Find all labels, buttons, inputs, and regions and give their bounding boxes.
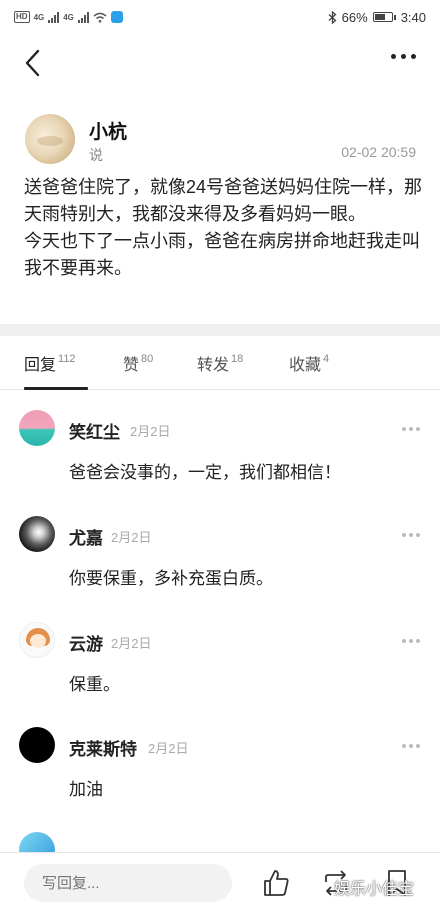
signal-icon [48, 11, 60, 23]
comment-item[interactable]: 笑红尘 2月2日 爸爸会没事的，一定，我们都相信！ [0, 410, 440, 515]
tab-replies-count: 112 [58, 353, 76, 365]
network-label: 4G [33, 12, 45, 22]
comment-item[interactable]: 尤嘉 2月2日 你要保重，多补充蛋白质。 [0, 516, 440, 621]
tab-likes[interactable]: 赞 80 [123, 351, 153, 375]
tab-favorites-count: 4 [323, 353, 330, 365]
comment-date: 2月2日 [111, 636, 152, 651]
tab-likes-label: 赞 [123, 357, 140, 374]
security-app-icon [110, 11, 123, 23]
comment-avatar[interactable] [19, 622, 55, 658]
thumb-up-icon[interactable] [260, 867, 292, 899]
comment-text: 爸爸会没事的，一定，我们都相信！ [69, 463, 341, 482]
status-bar: HD 4G 4G 66% 3:40 [0, 0, 440, 34]
comment-author[interactable]: 笑红尘 [69, 418, 120, 443]
clock: 3:40 [400, 9, 426, 25]
tab-reposts-label: 转发 [197, 357, 230, 374]
comment-more-icon[interactable] [402, 427, 420, 431]
comment-more-icon[interactable] [402, 744, 420, 748]
tab-replies-label: 回复 [24, 357, 57, 374]
section-divider [0, 324, 440, 336]
comment-author[interactable]: 云游 [69, 630, 103, 655]
network-label-2: 4G [63, 12, 74, 22]
post-timestamp: 02-02 20:59 [341, 144, 416, 160]
comment-more-icon[interactable] [402, 639, 420, 643]
signal-icon-2 [77, 11, 89, 23]
author-name[interactable]: 小杭 [89, 117, 127, 144]
comment-text: 保重。 [69, 675, 120, 694]
tab-favorites-label: 收藏 [289, 357, 322, 374]
tab-favorites[interactable]: 收藏 4 [289, 351, 329, 375]
tab-reposts-count: 18 [231, 353, 244, 365]
author-avatar[interactable] [25, 114, 75, 164]
bottom-action-bar: 娱乐小佳宝 [0, 852, 440, 913]
comment-text: 加油 [69, 780, 103, 799]
wifi-icon [93, 12, 107, 23]
battery-percent: 66% [341, 9, 368, 25]
tab-replies[interactable]: 回复 112 [24, 351, 76, 375]
comment-date: 2月2日 [130, 424, 171, 439]
comment-author[interactable]: 克莱斯特 [69, 735, 137, 760]
reply-input[interactable] [24, 864, 232, 902]
comment-text: 你要保重，多补充蛋白质。 [69, 569, 273, 588]
more-dots-icon[interactable] [391, 54, 416, 59]
comment-avatar[interactable] [19, 516, 55, 552]
comment-avatar[interactable] [19, 410, 55, 446]
bluetooth-icon [328, 10, 337, 24]
comment-item[interactable]: 克莱斯特 2月2日 加油 [0, 727, 440, 832]
battery-icon [372, 12, 396, 22]
tab-reposts[interactable]: 转发 18 [197, 351, 243, 375]
tab-likes-count: 80 [141, 353, 154, 365]
comment-author[interactable]: 尤嘉 [69, 524, 103, 549]
post-body: 送爸爸住院了，就像24号爸爸送妈妈住院一样，那天雨特别大，我都没来得及多看妈妈一… [24, 177, 423, 278]
comment-more-icon[interactable] [402, 533, 420, 537]
watermark: 娱乐小佳宝 [334, 881, 415, 898]
comment-avatar[interactable] [19, 727, 55, 763]
active-tab-indicator [24, 387, 88, 390]
comment-date: 2月2日 [148, 741, 189, 756]
nav-bar [0, 36, 440, 90]
comment-item[interactable]: 云游 2月2日 保重。 [0, 622, 440, 727]
post-verb: 说 [89, 147, 103, 163]
hd-icon: HD [14, 11, 30, 23]
chevron-left-icon[interactable] [20, 48, 48, 78]
comment-date: 2月2日 [111, 530, 152, 545]
interaction-tabs: 回复 112 赞 80 转发 18 收藏 4 [0, 336, 440, 390]
